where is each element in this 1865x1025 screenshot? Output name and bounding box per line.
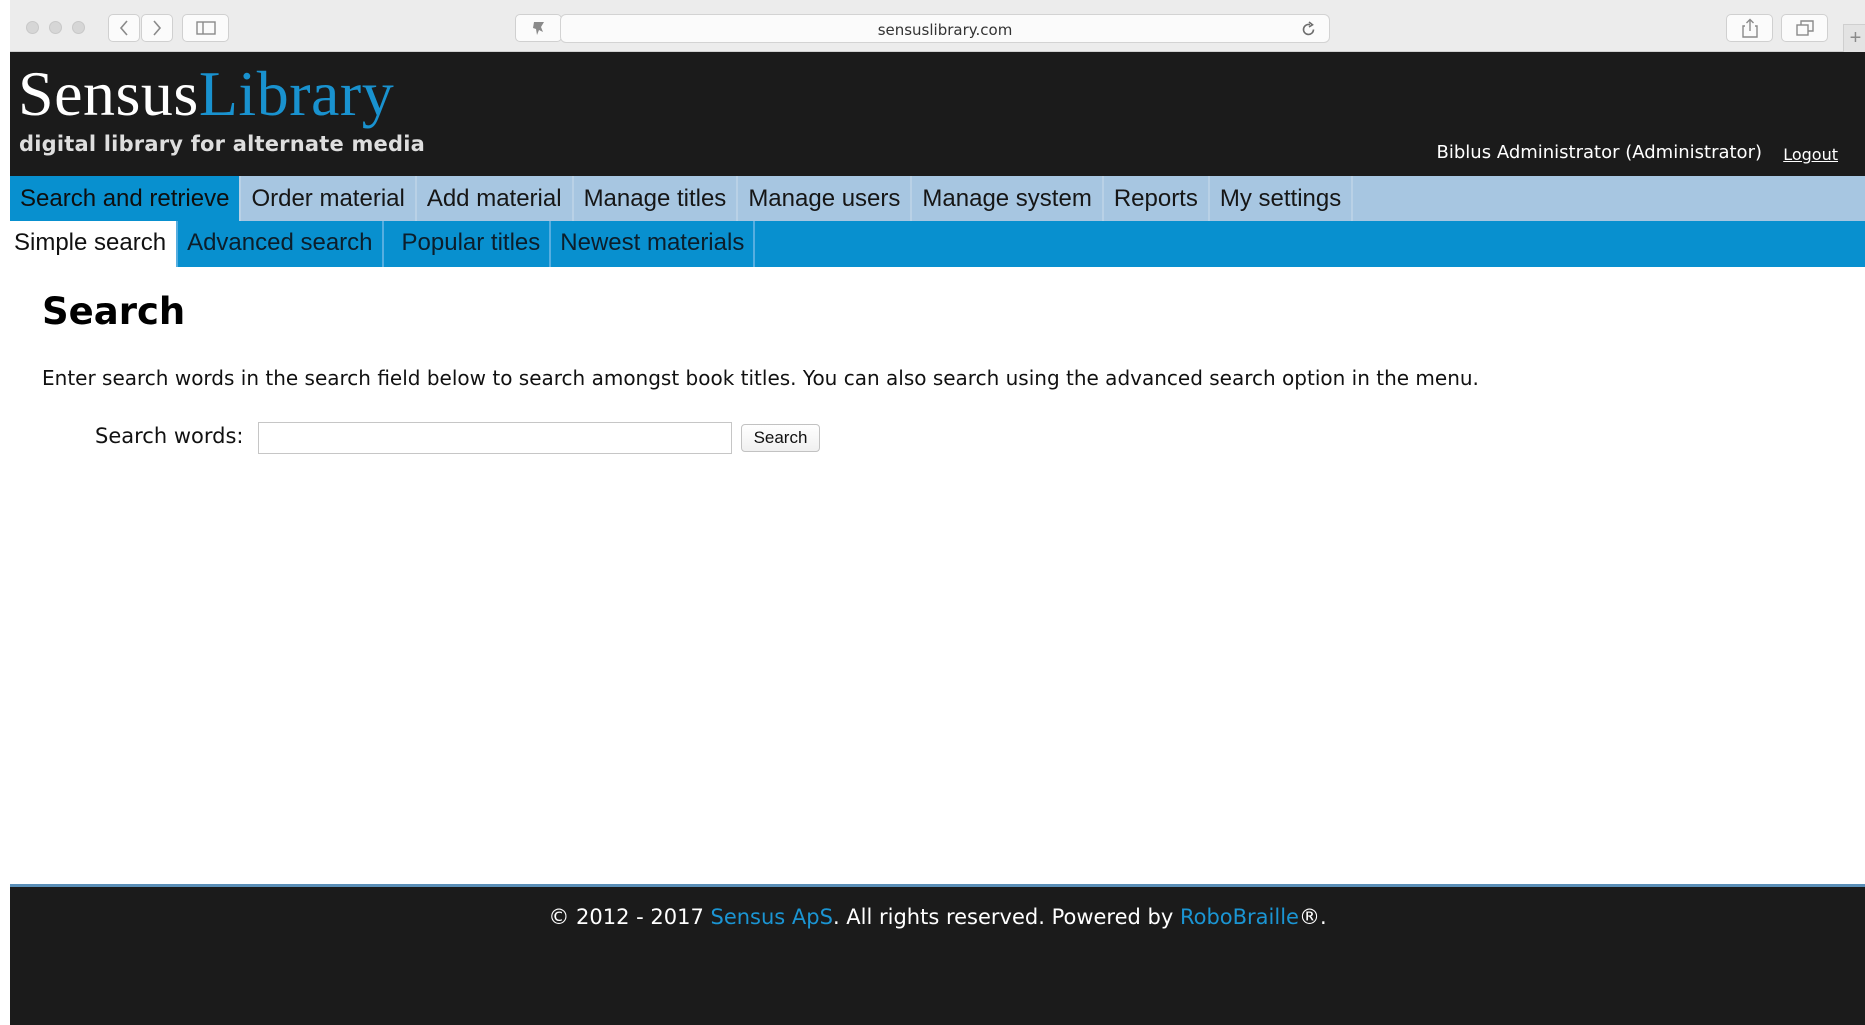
search-label: Search words: <box>95 424 244 448</box>
pin-icon <box>532 22 544 35</box>
site-tagline: digital library for alternate media <box>19 132 425 156</box>
site-footer: © 2012 - 2017 Sensus ApS. All rights res… <box>10 884 1865 1025</box>
share-icon <box>1741 18 1758 38</box>
chevron-right-icon <box>153 20 162 36</box>
address-bar[interactable]: sensuslibrary.com <box>560 14 1330 43</box>
tab-add-material[interactable]: Add material <box>417 176 574 221</box>
footer-suffix: ®. <box>1298 905 1327 929</box>
url-text: sensuslibrary.com <box>877 21 1013 39</box>
share-button[interactable] <box>1726 14 1773 42</box>
tab-search-and-retrieve[interactable]: Search and retrieve <box>10 176 242 221</box>
footer-prefix: © 2012 - 2017 <box>548 905 711 929</box>
zoom-window-icon[interactable] <box>72 21 85 34</box>
minimize-window-icon[interactable] <box>49 21 62 34</box>
tab-overview-button[interactable] <box>1781 14 1828 42</box>
search-input[interactable] <box>258 422 732 454</box>
tabs-icon <box>1795 20 1814 36</box>
logo-library: Library <box>198 58 395 129</box>
close-window-icon[interactable] <box>26 21 39 34</box>
reload-icon[interactable] <box>1300 21 1317 38</box>
tab-manage-system[interactable]: Manage system <box>912 176 1104 221</box>
browser-toolbar: sensuslibrary.com + <box>10 0 1865 52</box>
tab-order-material[interactable]: Order material <box>241 176 417 221</box>
current-user: Biblus Administrator (Administrator) <box>1436 142 1762 163</box>
main-nav: Search and retrieve Order material Add m… <box>10 176 1865 221</box>
tab-my-settings[interactable]: My settings <box>1210 176 1354 221</box>
forward-button[interactable] <box>141 14 173 42</box>
subtab-popular-titles[interactable]: Popular titles <box>386 221 552 267</box>
search-button[interactable]: Search <box>741 424 820 452</box>
site-logo[interactable]: SensusLibrary <box>18 58 394 130</box>
subtab-advanced-search[interactable]: Advanced search <box>178 221 384 267</box>
site-header: SensusLibrary digital library for altern… <box>10 52 1865 176</box>
sidebar-icon <box>195 21 216 35</box>
browser-window: sensuslibrary.com + SensusLibrary digita… <box>10 0 1865 1025</box>
page-title: Search <box>42 290 186 333</box>
chevron-left-icon <box>119 20 128 36</box>
tab-reports[interactable]: Reports <box>1104 176 1210 221</box>
subtab-simple-search[interactable]: Simple search <box>10 221 179 267</box>
new-tab-plus-icon[interactable]: + <box>1843 24 1865 52</box>
search-instructions: Enter search words in the search field b… <box>42 366 1479 390</box>
tab-manage-titles[interactable]: Manage titles <box>574 176 739 221</box>
sidebar-toggle-button[interactable] <box>182 14 229 42</box>
logout-link[interactable]: Logout <box>1783 145 1838 164</box>
back-button[interactable] <box>108 14 140 42</box>
sub-nav: Simple search Advanced search Popular ti… <box>10 221 1865 267</box>
footer-middle: . All rights reserved. Powered by <box>832 905 1180 929</box>
tab-manage-users[interactable]: Manage users <box>738 176 913 221</box>
footer-copyright: © 2012 - 2017 Sensus ApS. All rights res… <box>10 905 1865 929</box>
sensus-aps-link[interactable]: Sensus ApS <box>710 905 832 929</box>
extension-button[interactable] <box>515 14 562 42</box>
logo-sensus: Sensus <box>18 58 199 129</box>
subtab-newest-materials[interactable]: Newest materials <box>551 221 756 267</box>
robobraille-link[interactable]: RoboBraille <box>1180 905 1299 929</box>
